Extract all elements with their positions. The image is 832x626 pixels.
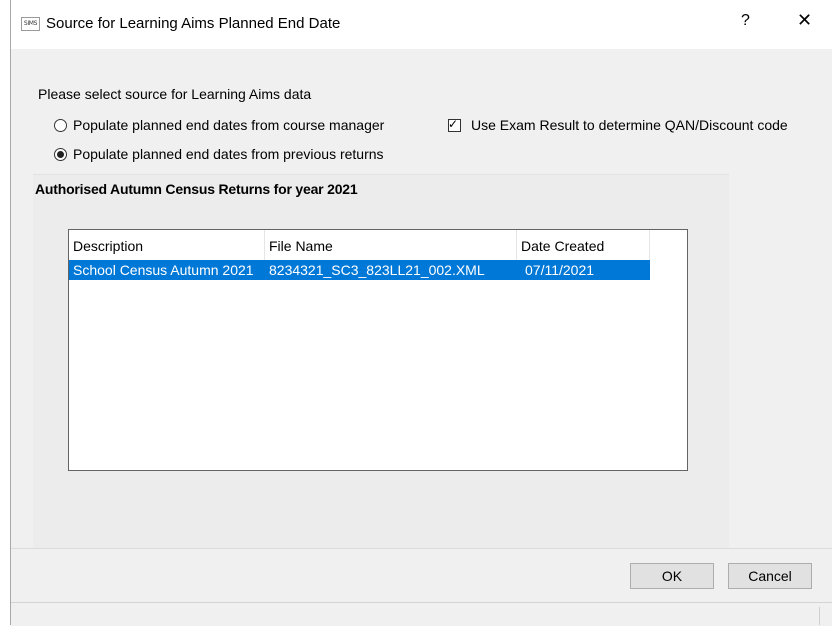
button-area-divider [11,548,832,549]
returns-group: Authorised Autumn Census Returns for yea… [33,174,729,549]
radio-previous-returns-indicator[interactable] [54,147,67,161]
status-bar-divider [819,607,820,625]
radio-course-manager[interactable]: Populate planned end dates from course m… [54,117,384,133]
radio-previous-returns[interactable]: Populate planned end dates from previous… [54,146,384,162]
cell-file-name: 8234321_SC3_823LL21_002.XML [269,262,485,278]
column-header-description[interactable]: Description [69,230,265,260]
exam-result-checkbox-label: Use Exam Result to determine QAN/Discoun… [471,117,788,133]
ok-button[interactable]: OK [630,563,714,589]
source-prompt: Please select source for Learning Aims d… [38,86,312,102]
dialog-window: SIMS Source for Learning Aims Planned En… [10,0,832,626]
sims-app-icon: SIMS [21,17,40,31]
radio-course-manager-indicator[interactable] [54,118,67,132]
close-icon[interactable]: ✕ [797,10,812,31]
status-bar [11,602,832,626]
table-row[interactable]: School Census Autumn 2021 8234321_SC3_82… [69,260,650,280]
exam-result-checkbox-box[interactable]: ✓ [448,116,461,132]
radio-previous-returns-label: Populate planned end dates from previous… [73,146,384,162]
radio-course-manager-label: Populate planned end dates from course m… [73,117,385,133]
column-header-date-created[interactable]: Date Created [517,230,650,260]
title-bar: SIMS Source for Learning Aims Planned En… [11,0,832,49]
exam-result-checkbox[interactable]: ✓ Use Exam Result to determine QAN/Disco… [448,117,788,133]
column-header-file-name[interactable]: File Name [265,230,517,260]
checkmark-icon: ✓ [448,116,459,131]
returns-list-header: Description File Name Date Created [69,230,650,260]
cell-date-created: 07/11/2021 [525,262,595,278]
help-icon[interactable]: ? [741,12,750,30]
cancel-button[interactable]: Cancel [728,563,812,589]
window-title: Source for Learning Aims Planned End Dat… [46,15,341,32]
returns-group-title: Authorised Autumn Census Returns for yea… [35,181,358,197]
returns-list[interactable]: Description File Name Date Created Schoo… [68,229,688,471]
cell-description: School Census Autumn 2021 [73,262,254,278]
